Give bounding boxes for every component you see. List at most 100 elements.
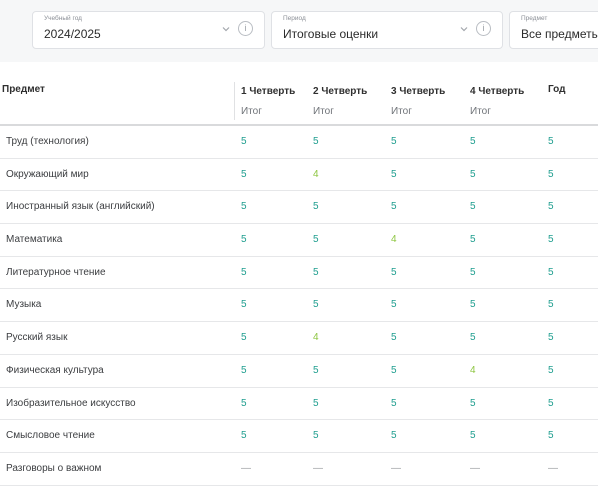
subject-name: Физическая культура: [6, 364, 104, 376]
grade-cell[interactable]: 4: [313, 332, 319, 343]
grade-cell: —: [548, 462, 558, 474]
grade-cell[interactable]: 5: [241, 299, 247, 310]
subject-name: Смысловое чтение: [6, 430, 95, 442]
grade-cell[interactable]: 5: [470, 299, 476, 310]
chevron-down-icon[interactable]: [221, 24, 231, 34]
grade-cell[interactable]: 4: [313, 169, 319, 180]
grade-cell[interactable]: 5: [241, 430, 247, 441]
grade-cell[interactable]: 5: [470, 169, 476, 180]
subject-name: Разговоры о важном: [6, 462, 102, 474]
grade-cell: —: [470, 462, 480, 474]
grade-cell[interactable]: 5: [241, 365, 247, 376]
subject-name: Изобразительное искусство: [6, 397, 136, 409]
grade-cell[interactable]: 5: [391, 299, 397, 310]
subject-name: Русский язык: [6, 332, 68, 344]
grade-cell[interactable]: 5: [391, 201, 397, 212]
school-year-label: Учебный год: [44, 15, 82, 22]
grade-cell[interactable]: 5: [391, 136, 397, 147]
grade-cell[interactable]: 5: [241, 169, 247, 180]
grade-cell[interactable]: 5: [313, 299, 319, 310]
grade-cell: —: [241, 462, 251, 474]
column-header-q2[interactable]: 2 Четверть: [313, 86, 367, 97]
table-row: Музыка 5 5 5 5 5: [0, 289, 598, 323]
grade-cell[interactable]: 5: [548, 430, 554, 441]
subject-label: Предмет: [521, 15, 548, 22]
grade-cell[interactable]: 5: [241, 398, 247, 409]
grade-cell[interactable]: 5: [391, 267, 397, 278]
grade-cell[interactable]: 5: [313, 234, 319, 245]
grade-cell[interactable]: 5: [548, 136, 554, 147]
table-row: Труд (технология) 5 5 5 5 5: [0, 126, 598, 159]
grade-cell[interactable]: 5: [548, 201, 554, 212]
table-row: Изобразительное искусство 5 5 5 5 5: [0, 388, 598, 421]
grade-cell[interactable]: 5: [548, 267, 554, 278]
grade-cell[interactable]: 5: [313, 267, 319, 278]
table-row: Математика 5 5 4 5 5: [0, 224, 598, 257]
period-value: Итоговые оценки: [283, 27, 379, 41]
column-header-q4[interactable]: 4 Четверть: [470, 86, 524, 97]
grade-cell[interactable]: 5: [470, 201, 476, 212]
grade-cell[interactable]: 5: [470, 332, 476, 343]
school-year-value: 2024/2025: [44, 27, 101, 41]
table-row: Иностранный язык (английский) 5 5 5 5 5: [0, 191, 598, 225]
grade-cell[interactable]: 5: [470, 267, 476, 278]
column-subheader-q4: Итог: [470, 106, 491, 117]
chevron-down-icon[interactable]: [459, 24, 469, 34]
grade-cell[interactable]: 4: [391, 234, 397, 245]
table-row: Физическая культура 5 5 5 4 5: [0, 355, 598, 388]
period-select[interactable]: Период Итоговые оценки i: [271, 11, 503, 49]
grade-cell[interactable]: 5: [548, 332, 554, 343]
grade-cell[interactable]: 5: [391, 430, 397, 441]
period-label: Период: [283, 15, 306, 22]
school-year-select[interactable]: Учебный год 2024/2025 i: [32, 11, 265, 49]
table-header: Предмет 1 Четверть Итог 2 Четверть Итог …: [0, 78, 598, 126]
grade-cell: —: [391, 462, 401, 474]
grade-cell[interactable]: 5: [470, 234, 476, 245]
grade-cell[interactable]: 5: [313, 398, 319, 409]
grade-cell[interactable]: 5: [241, 267, 247, 278]
grade-cell[interactable]: 5: [391, 365, 397, 376]
column-subheader-q1: Итог: [241, 106, 262, 117]
grade-cell[interactable]: 5: [548, 169, 554, 180]
grade-cell[interactable]: 5: [313, 365, 319, 376]
table-row: Окружающий мир 5 4 5 5 5: [0, 159, 598, 192]
grade-cell[interactable]: 5: [470, 398, 476, 409]
table-row: Смысловое чтение 5 5 5 5 5: [0, 420, 598, 453]
table-row: Разговоры о важном — — — — —: [0, 453, 598, 486]
grade-cell[interactable]: 5: [548, 365, 554, 376]
grade-cell[interactable]: 5: [391, 398, 397, 409]
column-subheader-q3: Итог: [391, 106, 412, 117]
subject-name: Окружающий мир: [6, 168, 89, 180]
column-header-year[interactable]: Год: [548, 84, 566, 95]
grade-cell[interactable]: 5: [241, 136, 247, 147]
subject-column-header: Предмет: [2, 84, 45, 95]
subject-name: Математика: [6, 234, 63, 246]
grade-cell[interactable]: 5: [313, 430, 319, 441]
table-row: Русский язык 5 4 5 5 5: [0, 322, 598, 355]
grade-cell[interactable]: 5: [313, 201, 319, 212]
subject-name: Литературное чтение: [6, 266, 106, 278]
filter-bar: Учебный год 2024/2025 i Период Итоговые …: [0, 0, 598, 62]
info-icon[interactable]: i: [238, 21, 253, 36]
info-icon[interactable]: i: [476, 21, 491, 36]
grade-cell[interactable]: 5: [548, 299, 554, 310]
grade-cell[interactable]: 5: [548, 398, 554, 409]
column-header-q3[interactable]: 3 Четверть: [391, 86, 445, 97]
grade-cell[interactable]: 5: [241, 332, 247, 343]
grade-cell[interactable]: 5: [470, 136, 476, 147]
grade-cell[interactable]: 5: [470, 430, 476, 441]
grade-cell[interactable]: 5: [241, 234, 247, 245]
grade-cell[interactable]: 5: [391, 332, 397, 343]
subject-name: Иностранный язык (английский): [6, 201, 155, 213]
grade-cell[interactable]: 5: [548, 234, 554, 245]
grade-cell[interactable]: 5: [241, 201, 247, 212]
subject-select[interactable]: Предмет Все предметы: [509, 11, 598, 49]
grades-table: Предмет 1 Четверть Итог 2 Четверть Итог …: [0, 78, 598, 486]
grade-cell[interactable]: 5: [391, 169, 397, 180]
grade-cell[interactable]: 4: [470, 365, 476, 376]
table-body: Труд (технология) 5 5 5 5 5 Окружающий мир 5 4 5 5…: [0, 126, 598, 486]
grade-cell[interactable]: 5: [313, 136, 319, 147]
subject-name: Труд (технология): [6, 136, 89, 147]
grade-cell: —: [313, 462, 323, 474]
column-header-q1[interactable]: 1 Четверть: [241, 86, 295, 97]
